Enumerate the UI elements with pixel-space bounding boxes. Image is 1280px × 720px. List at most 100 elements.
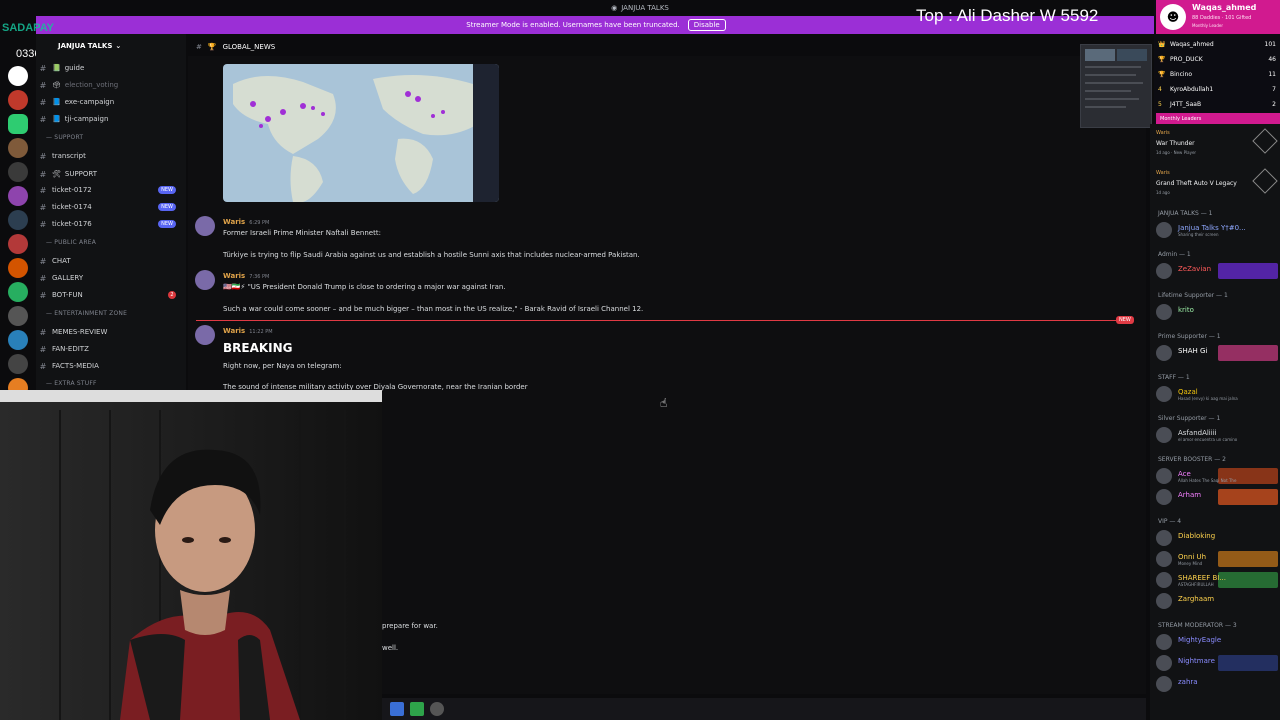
member-item[interactable]: Janjua Talks Y†#0... Sharing their screen — [1156, 220, 1278, 240]
member-item[interactable]: MightyEagle — [1156, 632, 1278, 652]
channel-item-bot-fun[interactable]: # BOT-FUN 2 — [38, 287, 184, 303]
leader-avatar: ☻ — [1160, 4, 1186, 30]
channel-item-memes-review[interactable]: # MEMES-REVIEW — [38, 324, 184, 340]
member-item[interactable]: AsfandAliiii el amor encuentra un camino — [1156, 425, 1278, 445]
server-icon-4[interactable] — [8, 138, 28, 158]
avatar — [1156, 655, 1172, 671]
channel-item-ticket-0176[interactable]: # ticket-0176 NEW — [38, 216, 184, 232]
leaderboard-value: 2 — [1272, 100, 1276, 108]
server-icon-12[interactable] — [8, 330, 28, 350]
activity-card[interactable]: Waris Grand Theft Auto V Legacy 1d ago — [1156, 168, 1278, 206]
channel-item-chat[interactable]: # CHAT — [38, 253, 184, 269]
member-name: Janjua Talks Y†#0... — [1178, 224, 1246, 232]
server-icon-1[interactable] — [8, 66, 28, 86]
message-input[interactable] — [382, 672, 1146, 694]
channel-item-support[interactable]: # 🛠 SUPPORT — [38, 166, 184, 182]
leader-name: Waqas_ahmed — [1192, 3, 1257, 12]
leaderboard-name: J4TT_SaaB — [1170, 100, 1202, 108]
server-icon-11[interactable] — [8, 306, 28, 326]
message-text: Right now, per Naya on telegram: — [223, 362, 342, 370]
server-header[interactable]: JANJUA TALKS ⌄ — [36, 38, 186, 54]
member-item[interactable]: Onni Uh Money Mind — [1156, 549, 1278, 569]
category-support[interactable]: — SUPPORT — [46, 134, 83, 141]
channel-label: BOT-FUN — [52, 291, 83, 299]
map-image-attachment[interactable] — [223, 64, 499, 202]
member-name: SHAH Gi — [1178, 347, 1208, 355]
member-item[interactable]: Diabloking — [1156, 528, 1278, 548]
taskbar-app-icon-3[interactable] — [430, 702, 444, 716]
member-group-title: Lifetime Supporter — 1 — [1158, 292, 1228, 299]
member-item[interactable]: SHAREEF BI... ASTAGHFIRULLAH — [1156, 570, 1278, 590]
server-icon-7[interactable] — [8, 210, 28, 230]
new-badge: NEW — [158, 220, 176, 228]
taskbar-app-icon-1[interactable] — [390, 702, 404, 716]
message-text: 🇺🇸🇮🇷⚡ "US President Donald Trump is clos… — [223, 283, 506, 291]
channel-item-exe-campaign[interactable]: # 📘 exe-campaign — [38, 94, 184, 110]
message-author[interactable]: Waris 7:36 PM — [223, 272, 269, 280]
category-public-area[interactable]: — PUBLIC AREA — [46, 239, 96, 246]
member-item[interactable]: zahra — [1156, 674, 1278, 694]
server-icon-5[interactable] — [8, 162, 28, 182]
avatar[interactable] — [195, 216, 215, 236]
hash-icon: # — [39, 185, 47, 195]
activity-user: Waris — [1156, 170, 1170, 176]
new-messages-divider — [196, 320, 1132, 321]
category-extra-stuff[interactable]: — EXTRA STUFF — [46, 380, 97, 387]
server-icon-13[interactable] — [8, 354, 28, 374]
preview-graphic — [1081, 45, 1151, 127]
channel-item-fan-editz[interactable]: # FAN-EDITZ — [38, 341, 184, 357]
server-icon-9[interactable] — [8, 258, 28, 278]
window-title: JANJUA TALKS — [621, 4, 669, 12]
taskbar-app-icon-2[interactable] — [410, 702, 424, 716]
member-group-title: Prime Supporter — 1 — [1158, 333, 1221, 340]
server-icon-10[interactable] — [8, 282, 28, 302]
member-item[interactable]: Arham — [1156, 487, 1278, 507]
member-item[interactable]: Qazal Hasad (envy) ki aag mai jalna — [1156, 384, 1278, 404]
member-item[interactable]: Ace Allah Hates The Saqi Not The — [1156, 466, 1278, 486]
server-icon-8[interactable] — [8, 234, 28, 254]
rank-icon: 4 — [1158, 85, 1162, 93]
message-timestamp: 11:22 PM — [249, 329, 273, 335]
avatar[interactable] — [195, 325, 215, 345]
member-status: Sharing their screen — [1178, 232, 1219, 237]
server-icon-6[interactable] — [8, 186, 28, 206]
message-author[interactable]: Waris 11:22 PM — [223, 327, 273, 335]
avatar — [1156, 530, 1172, 546]
member-status: Money Mind — [1178, 561, 1203, 566]
category-entertainment-zone[interactable]: — ENTERTAINMENT ZONE — [46, 310, 127, 317]
channel-item-election_voting[interactable]: # 🗳 election_voting — [38, 77, 184, 93]
member-item[interactable]: SHAH Gi — [1156, 343, 1278, 363]
member-item[interactable]: Nightmare — [1156, 653, 1278, 673]
channel-label: FACTS-MEDIA — [52, 362, 99, 370]
activity-card[interactable]: Waris War Thunder 1d ago · New Player — [1156, 128, 1278, 166]
channel-item-gallery[interactable]: # GALLERY — [38, 270, 184, 286]
member-group-title: VIP — 4 — [1158, 518, 1182, 525]
hash-icon: # — [39, 151, 47, 161]
avatar[interactable] — [195, 270, 215, 290]
channel-item-ticket-0174[interactable]: # ticket-0174 NEW — [38, 199, 184, 215]
server-icon-2[interactable] — [8, 90, 28, 110]
webcam-overlay — [0, 390, 382, 720]
hash-icon: # — [39, 219, 47, 229]
member-status: ASTAGHFIRULLAH — [1178, 582, 1214, 587]
channel-item-transcript[interactable]: # transcript — [38, 148, 184, 164]
channel-label: transcript — [52, 152, 86, 160]
channel-item-ticket-0172[interactable]: # ticket-0172 NEW — [38, 182, 184, 198]
channel-item-guide[interactable]: # 📗 guide — [38, 60, 184, 76]
rank-icon: 5 — [1158, 100, 1162, 108]
server-icon-3[interactable] — [8, 114, 28, 134]
disable-streamer-mode-button[interactable]: Disable — [687, 19, 726, 31]
member-item[interactable]: krito — [1156, 302, 1278, 322]
member-item[interactable]: Zarghaam — [1156, 591, 1278, 611]
message-3: Waris 11:22 PM Right now, per Naya on tel… — [195, 323, 1095, 393]
screen-preview-thumbnail — [1080, 44, 1152, 128]
channel-item-facts-media[interactable]: # FACTS-MEDIA — [38, 358, 184, 374]
avatar — [1156, 427, 1172, 443]
message-author[interactable]: Waris 6:29 PM — [223, 218, 269, 226]
member-item[interactable]: ZeZavian — [1156, 261, 1278, 281]
channel-label: exe-campaign — [64, 98, 115, 106]
channel-item-tji-campaign[interactable]: # 📘 tji-campaign — [38, 111, 184, 127]
member-list: Waris War Thunder 1d ago · New Player Waris… — [1150, 124, 1280, 720]
activity-subtext: 1d ago — [1156, 190, 1170, 195]
message-1: Waris 6:29 PM Former Israeli Prime Minist… — [195, 214, 1095, 264]
